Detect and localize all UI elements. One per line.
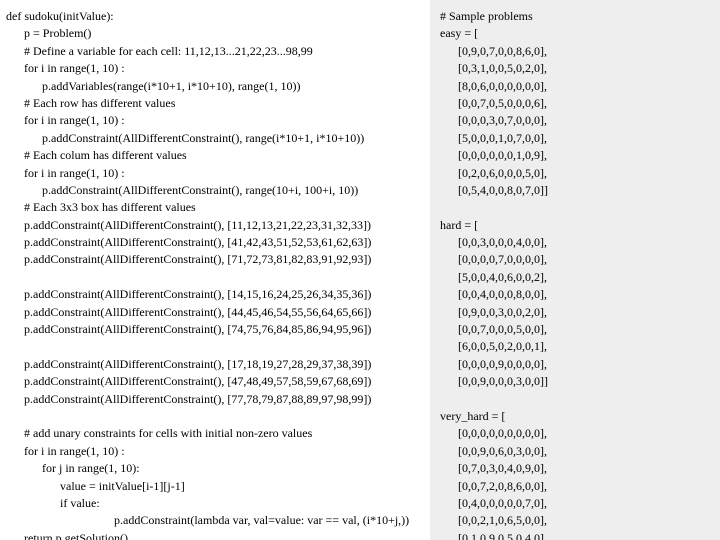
code-line: [0,0,0,0,7,0,0,0,0], — [440, 251, 712, 268]
code-line: [0,1,0,9,0,5,0,4,0], — [440, 530, 712, 540]
comment-line: # Each colum has different values — [6, 147, 424, 164]
code-line: p.addConstraint(AllDifferentConstraint()… — [6, 356, 424, 373]
code-line: very_hard = [ — [440, 408, 712, 425]
code-line: [0,7,0,3,0,4,0,9,0], — [440, 460, 712, 477]
code-line: for i in range(1, 10) : — [6, 60, 424, 77]
code-line: [0,0,3,0,0,0,4,0,0], — [440, 234, 712, 251]
code-line: hard = [ — [440, 217, 712, 234]
left-code-pane: def sudoku(initValue): p = Problem() # D… — [0, 0, 430, 540]
code-line: [0,0,0,3,0,7,0,0,0], — [440, 112, 712, 129]
code-line: p.addConstraint(AllDifferentConstraint()… — [6, 304, 424, 321]
code-line: [0,0,0,0,0,0,1,0,9], — [440, 147, 712, 164]
code-line: value = initValue[i-1][j-1] — [6, 478, 424, 495]
blank-line — [6, 408, 424, 425]
code-line: [0,0,9,0,0,0,3,0,0]] — [440, 373, 712, 390]
code-line: p.addConstraint(lambda var, val=value: v… — [6, 512, 424, 529]
code-line: [0,2,0,6,0,0,0,5,0], — [440, 165, 712, 182]
code-line: [0,0,9,0,6,0,3,0,0], — [440, 443, 712, 460]
code-line: [5,0,0,0,1,0,7,0,0], — [440, 130, 712, 147]
code-line: return p.getSolution() — [6, 530, 424, 540]
code-line: for j in range(1, 10): — [6, 460, 424, 477]
code-line: [5,0,0,4,0,6,0,0,2], — [440, 269, 712, 286]
comment-line: # Each 3x3 box has different values — [6, 199, 424, 216]
code-line: for i in range(1, 10) : — [6, 112, 424, 129]
code-line: p.addVariables(range(i*10+1, i*10+10), r… — [6, 78, 424, 95]
code-line: [6,0,0,5,0,2,0,0,1], — [440, 338, 712, 355]
code-line: [0,0,0,0,9,0,0,0,0], — [440, 356, 712, 373]
code-line: p.addConstraint(AllDifferentConstraint()… — [6, 182, 424, 199]
code-line: [8,0,6,0,0,0,0,0,0], — [440, 78, 712, 95]
code-line: p.addConstraint(AllDifferentConstraint()… — [6, 234, 424, 251]
code-line: [0,9,0,0,3,0,0,2,0], — [440, 304, 712, 321]
code-line: [0,0,7,0,5,0,0,0,6], — [440, 95, 712, 112]
code-slide: def sudoku(initValue): p = Problem() # D… — [0, 0, 720, 540]
code-line: [0,0,0,0,0,0,0,0,0], — [440, 425, 712, 442]
blank-line — [440, 391, 712, 408]
code-line: p.addConstraint(AllDifferentConstraint()… — [6, 286, 424, 303]
code-line: [0,3,1,0,0,5,0,2,0], — [440, 60, 712, 77]
code-line: p.addConstraint(AllDifferentConstraint()… — [6, 251, 424, 268]
blank-line — [6, 269, 424, 286]
code-line: [0,0,7,2,0,8,6,0,0], — [440, 478, 712, 495]
code-line: [0,4,0,0,0,0,0,7,0], — [440, 495, 712, 512]
code-line: p.addConstraint(AllDifferentConstraint()… — [6, 373, 424, 390]
blank-line — [6, 338, 424, 355]
code-line: def sudoku(initValue): — [6, 8, 424, 25]
comment-line: # Sample problems — [440, 8, 712, 25]
code-line: [0,0,7,0,0,0,5,0,0], — [440, 321, 712, 338]
code-line: p.addConstraint(AllDifferentConstraint()… — [6, 217, 424, 234]
code-line: easy = [ — [440, 25, 712, 42]
code-line: for i in range(1, 10) : — [6, 165, 424, 182]
comment-line: # Define a variable for each cell: 11,12… — [6, 43, 424, 60]
comment-line: # Each row has different values — [6, 95, 424, 112]
code-line: p.addConstraint(AllDifferentConstraint()… — [6, 391, 424, 408]
code-line: [0,0,2,1,0,6,5,0,0], — [440, 512, 712, 529]
blank-line — [440, 199, 712, 216]
code-line: [0,0,4,0,0,0,8,0,0], — [440, 286, 712, 303]
code-line: p.addConstraint(AllDifferentConstraint()… — [6, 321, 424, 338]
code-line: p = Problem() — [6, 25, 424, 42]
code-line: if value: — [6, 495, 424, 512]
code-line: p.addConstraint(AllDifferentConstraint()… — [6, 130, 424, 147]
comment-line: # add unary constraints for cells with i… — [6, 425, 424, 442]
right-code-pane: # Sample problems easy = [ [0,9,0,7,0,0,… — [430, 0, 720, 540]
code-line: for i in range(1, 10) : — [6, 443, 424, 460]
code-line: [0,5,4,0,0,8,0,7,0]] — [440, 182, 712, 199]
code-line: [0,9,0,7,0,0,8,6,0], — [440, 43, 712, 60]
